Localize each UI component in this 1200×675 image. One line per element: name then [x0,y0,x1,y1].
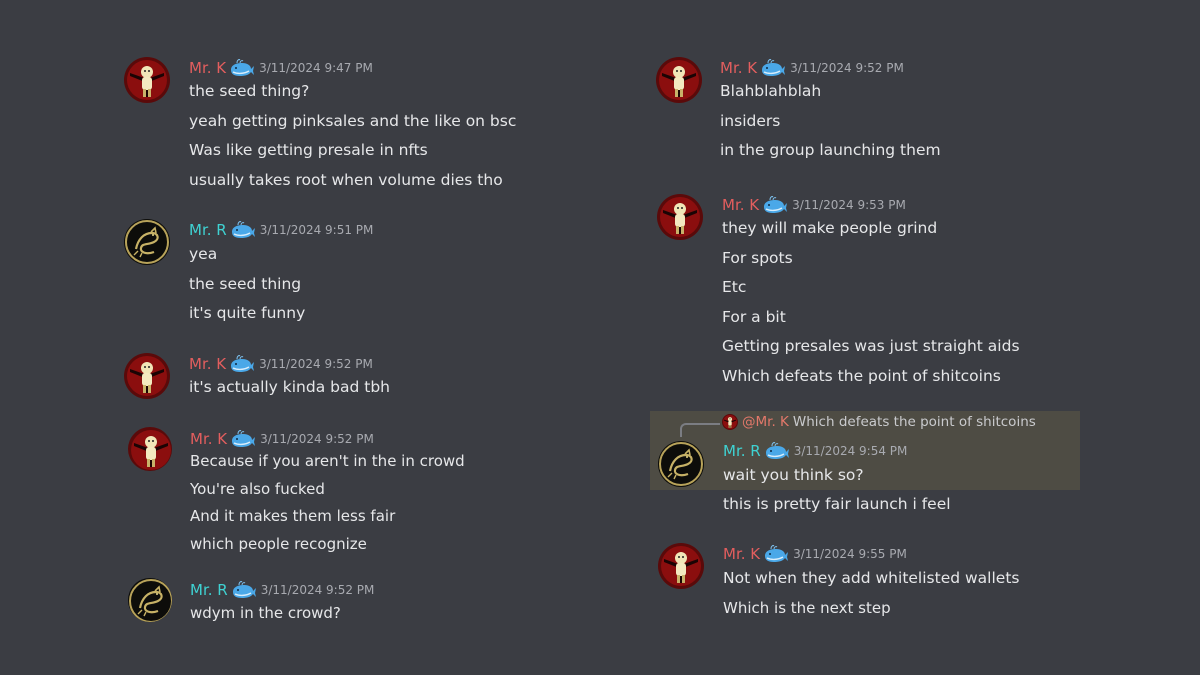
whale-icon [230,429,256,449]
user-avatar[interactable] [656,57,702,103]
username[interactable]: Mr. K [720,59,757,77]
user-avatar[interactable] [658,543,704,589]
whale-icon [230,220,256,240]
username[interactable]: Mr. K [190,430,227,448]
reply-connector [680,423,720,437]
user-avatar[interactable] [657,194,703,240]
figure-avatar [657,194,703,240]
user-avatar[interactable] [124,57,170,103]
figure-avatar [722,414,738,430]
timestamp: 3/11/2024 9:52 PM [259,357,373,371]
message-text: they will make people grind [722,219,938,237]
message-text: Because if you aren't in the in crowd [190,452,465,470]
user-avatar[interactable] [658,441,704,487]
message-text: Etc [722,278,747,296]
message-text: usually takes root when volume dies tho [189,171,503,189]
timestamp: 3/11/2024 9:51 PM [259,223,374,237]
whale-icon [231,580,257,600]
username[interactable]: Mr. K [189,59,226,77]
figure-avatar [124,57,170,103]
reply-preview[interactable]: @Mr. K Which defeats the point of shitco… [722,414,1036,430]
message-text: Which defeats the point of shitcoins [722,367,1001,385]
user-avatar[interactable] [124,219,170,265]
message-text: the seed thing? [189,82,310,100]
username[interactable]: Mr. K [723,545,760,563]
dragon-avatar [124,219,170,265]
message-text: wait you think so? [723,466,864,484]
timestamp: 3/11/2024 9:52 PM [260,583,375,597]
figure-avatar [658,543,704,589]
message-text: it's actually kinda bad tbh [189,378,390,396]
message-text: Getting presales was just straight aids [722,337,1020,355]
message-text: in the group launching them [720,141,941,159]
message-text: Was like getting presale in nfts [189,141,428,159]
figure-avatar [124,353,170,399]
figure-avatar [128,427,172,471]
dragon-avatar [128,578,172,622]
figure-avatar [656,57,702,103]
reply-mention[interactable]: @Mr. K [742,414,789,430]
username[interactable]: Mr. R [190,581,228,599]
message-text: this is pretty fair launch i feel [723,495,951,513]
message-text: yea [189,245,218,263]
user-avatar[interactable] [124,353,170,399]
message-text: And it makes them less fair [190,507,396,525]
timestamp: 3/11/2024 9:47 PM [259,61,373,75]
username[interactable]: Mr. K [189,355,226,373]
reply-avatar [722,414,738,430]
message-text: You're also fucked [190,480,325,498]
message-text: wdym in the crowd? [190,604,341,622]
timestamp: 3/11/2024 9:53 PM [792,198,906,212]
whale-icon [760,58,786,78]
message-text: For a bit [722,308,786,326]
message-text: yeah getting pinksales and the like on b… [189,112,517,130]
message-text: For spots [722,249,793,267]
message-text: which people recognize [190,535,367,553]
timestamp: 3/11/2024 9:52 PM [260,432,374,446]
message-text: the seed thing [189,275,302,293]
user-avatar[interactable] [128,578,172,622]
timestamp: 3/11/2024 9:55 PM [793,547,907,561]
username[interactable]: Mr. K [722,196,759,214]
reply-text: Which defeats the point of shitcoins [792,414,1036,430]
timestamp: 3/11/2024 9:52 PM [790,61,904,75]
whale-icon [763,544,789,564]
whale-icon [229,354,255,374]
user-avatar[interactable] [128,427,172,471]
dragon-avatar [658,441,704,487]
message-text: Not when they add whitelisted wallets [723,569,1020,587]
timestamp: 3/11/2024 9:54 PM [793,444,908,458]
message-text: it's quite funny [189,304,306,322]
whale-icon [229,58,255,78]
username[interactable]: Mr. R [723,442,761,460]
whale-icon [762,195,788,215]
username[interactable]: Mr. R [189,221,227,239]
message-text: Which is the next step [723,599,891,617]
message-text: insiders [720,112,781,130]
message-text: Blahblahblah [720,82,822,100]
whale-icon [764,441,790,461]
